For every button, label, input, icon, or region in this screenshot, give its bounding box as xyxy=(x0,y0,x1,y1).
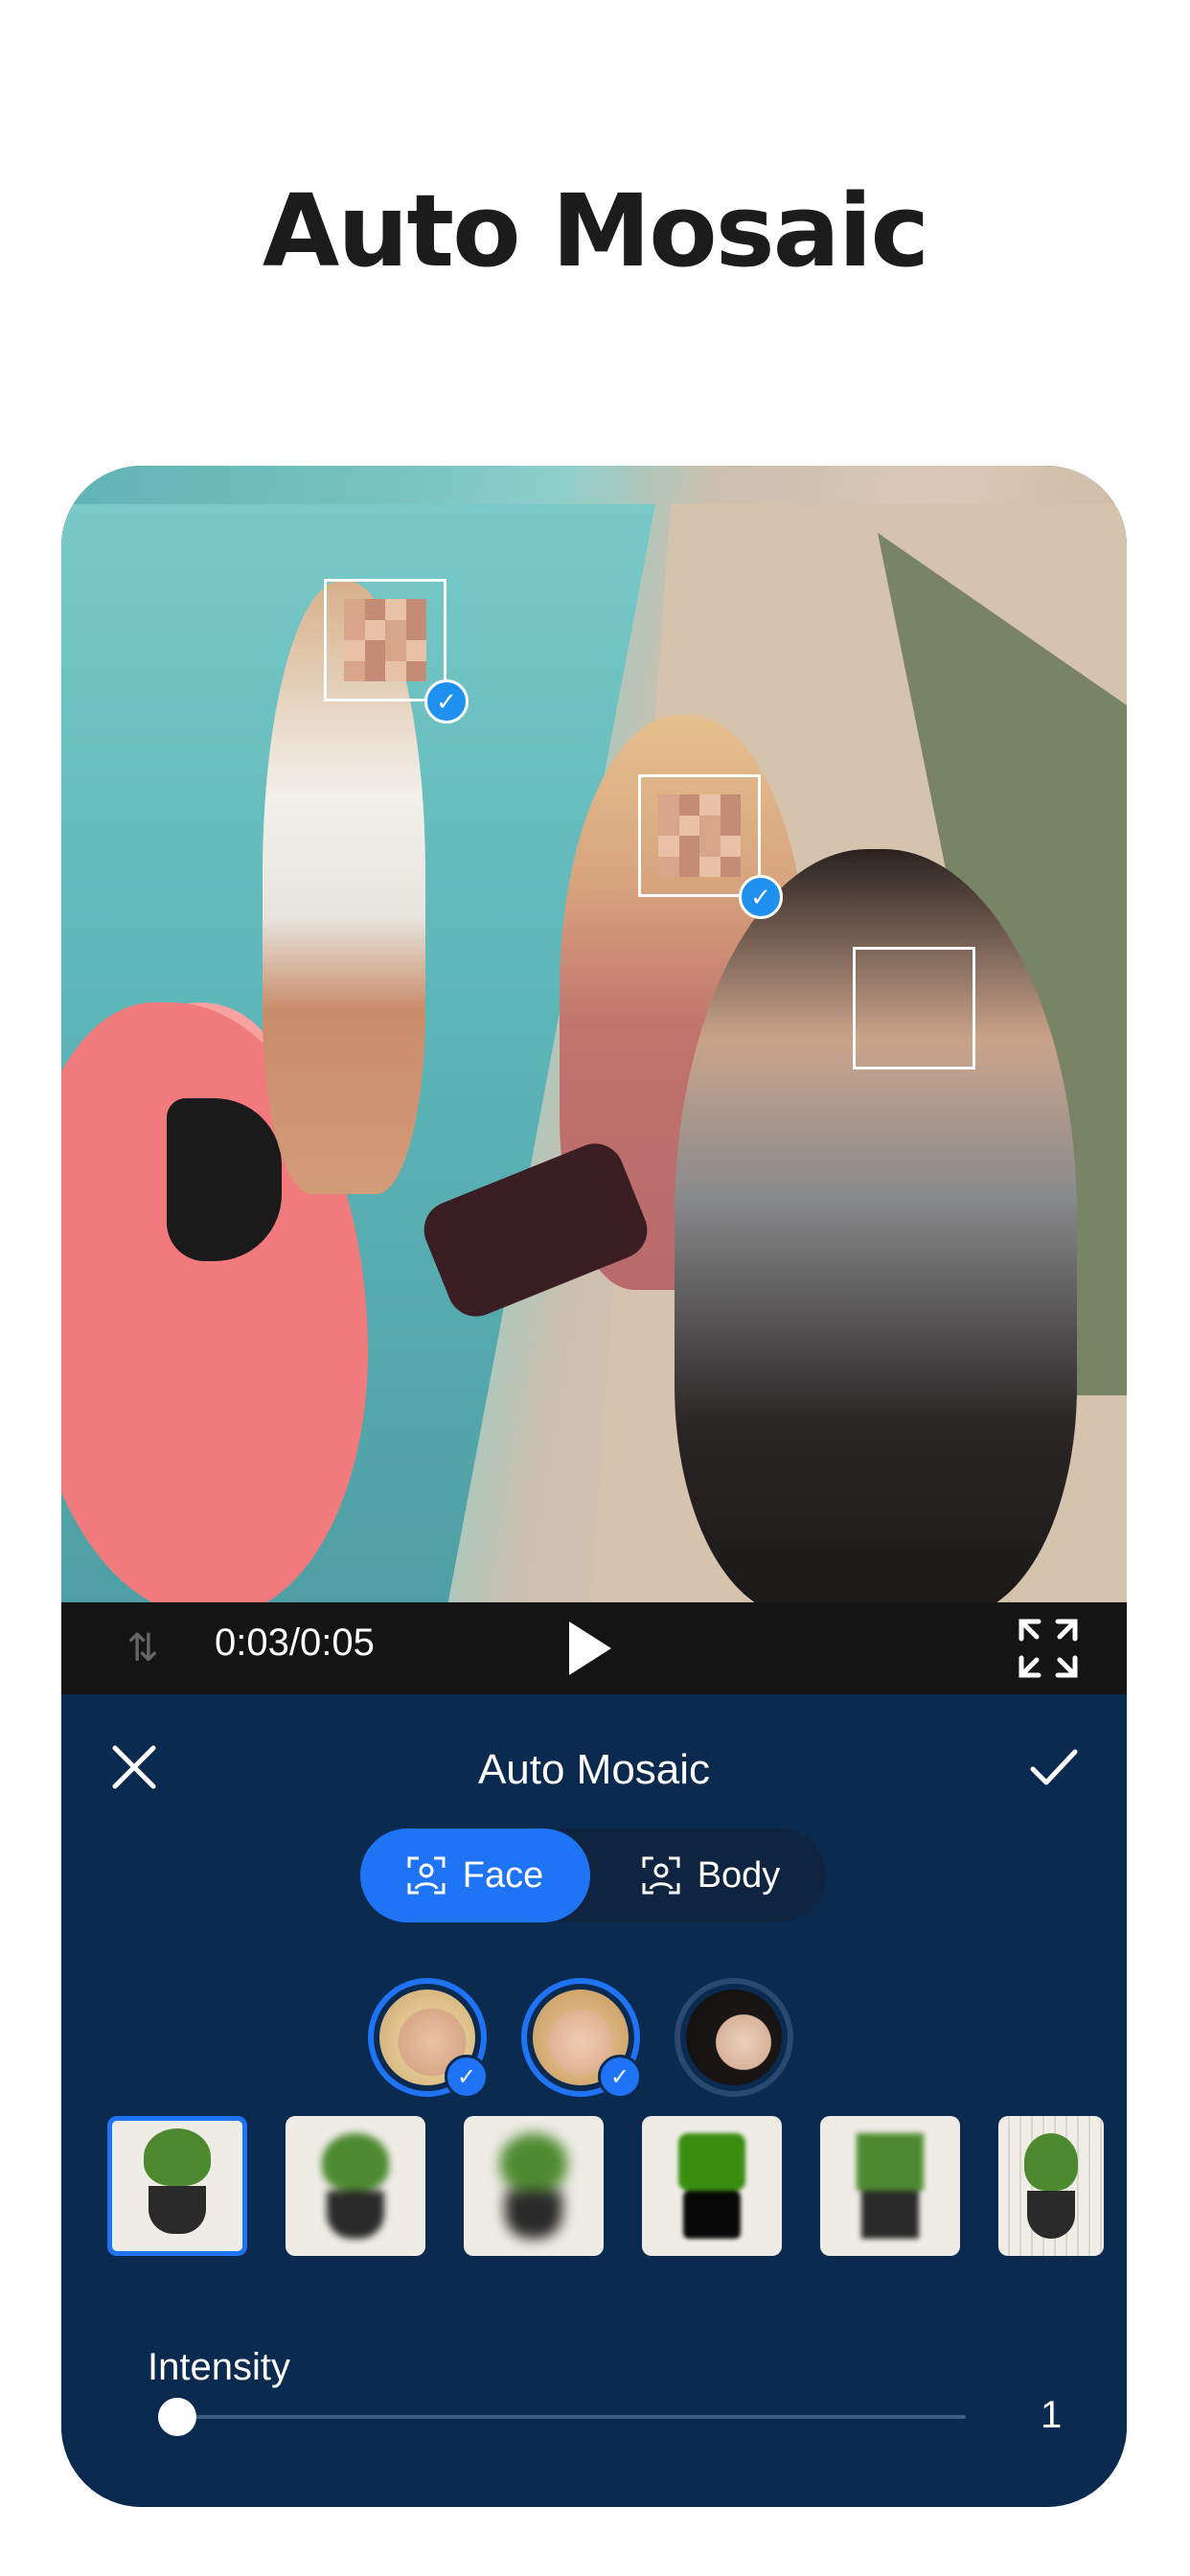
flamingo-beak xyxy=(167,1098,282,1261)
plant-icon xyxy=(857,2133,924,2239)
face-tab-label: Face xyxy=(462,1854,544,1896)
mosaic-2 xyxy=(658,794,741,877)
mosaic-1 xyxy=(344,599,426,681)
face-box-2[interactable]: ✓ xyxy=(638,774,783,919)
plant-icon xyxy=(500,2133,567,2239)
face-box-3[interactable] xyxy=(853,947,975,1070)
effect-thumb-3[interactable] xyxy=(464,2116,604,2256)
intensity-label: Intensity xyxy=(148,2346,290,2388)
plant-icon xyxy=(678,2133,745,2239)
split-icon[interactable]: ⇅ xyxy=(109,1612,176,1685)
body-tab-label: Body xyxy=(697,1854,781,1896)
face-list: ✓ ✓ xyxy=(61,1978,1127,2112)
intensity-value: 1 xyxy=(1041,2394,1063,2436)
auto-mosaic-panel: Auto Mosaic Face Body ✓ ✓ Intensity 1 xyxy=(61,1694,1127,2507)
effect-thumb-1[interactable] xyxy=(107,2116,247,2256)
player-bar: ⇅ 0:03/0:05 xyxy=(61,1602,1127,1694)
plant-icon xyxy=(144,2128,211,2234)
body-scan-icon xyxy=(642,1856,680,1895)
mode-toggle: Face Body xyxy=(360,1828,826,1922)
play-icon[interactable] xyxy=(569,1622,611,1675)
face-box-1[interactable]: ✓ xyxy=(324,579,469,724)
check-icon: ✓ xyxy=(424,679,469,724)
body-tab[interactable]: Body xyxy=(596,1828,826,1922)
effect-thumb-2[interactable] xyxy=(286,2116,425,2256)
slider-thumb[interactable] xyxy=(158,2398,196,2436)
check-icon: ✓ xyxy=(445,2055,489,2099)
intensity-slider[interactable] xyxy=(158,2398,966,2436)
effect-thumb-6[interactable] xyxy=(998,2116,1104,2256)
check-icon: ✓ xyxy=(598,2055,642,2099)
fullscreen-icon[interactable] xyxy=(1018,1618,1079,1679)
face-avatar-3[interactable] xyxy=(675,1978,793,2097)
panel-title: Auto Mosaic xyxy=(477,1746,711,1793)
effect-thumb-5[interactable] xyxy=(820,2116,960,2256)
check-icon: ✓ xyxy=(739,875,783,919)
plant-icon xyxy=(322,2133,389,2239)
face-scan-icon xyxy=(407,1856,446,1895)
plant-icon xyxy=(1024,2133,1078,2239)
effect-thumb-4[interactable] xyxy=(642,2116,782,2256)
app-frame: ✓ ✓ ⇅ 0:03/0:05 Auto Mosaic Face Body ✓ … xyxy=(61,466,1127,2507)
timecode: 0:03/0:05 xyxy=(215,1622,375,1664)
check-icon[interactable] xyxy=(1027,1740,1081,1794)
face-tab[interactable]: Face xyxy=(360,1828,590,1922)
headline: Auto Mosaic xyxy=(262,172,929,289)
video-preview[interactable]: ✓ ✓ xyxy=(61,466,1127,1602)
